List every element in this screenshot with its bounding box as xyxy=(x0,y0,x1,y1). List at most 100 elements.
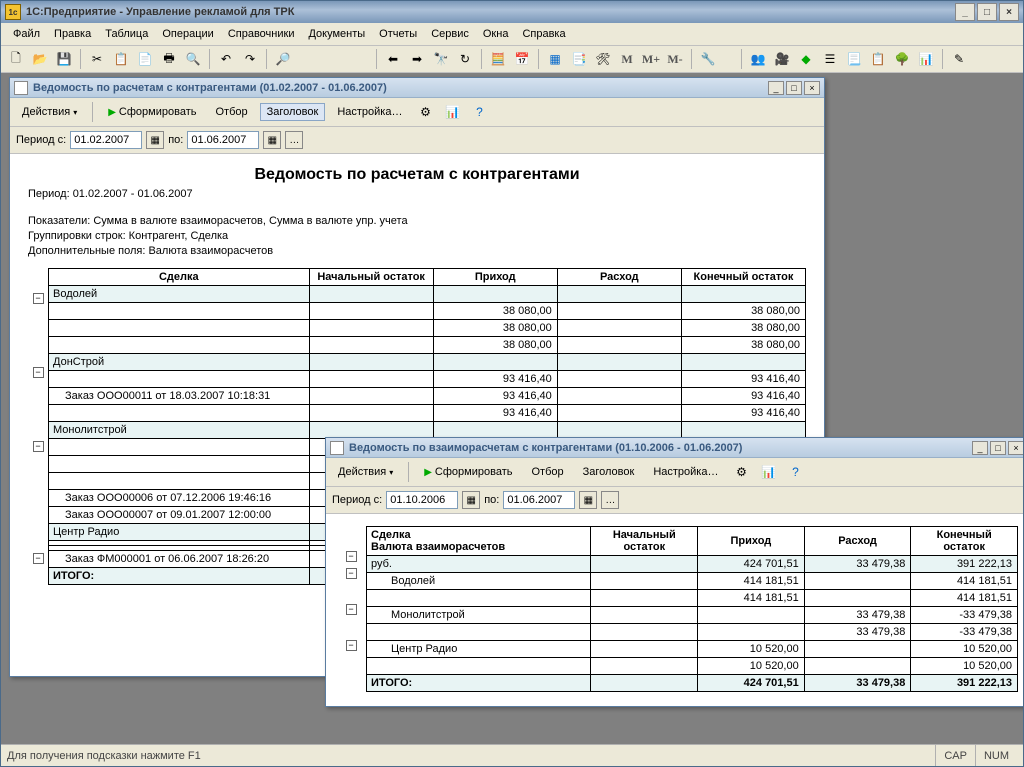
menu-edit[interactable]: Правка xyxy=(48,26,97,42)
period-to-input-1[interactable] xyxy=(187,131,259,149)
settings-button-1[interactable]: Настройка… xyxy=(330,103,409,121)
table-row[interactable]: ИТОГО:424 701,5133 479,38391 222,13 xyxy=(367,675,1018,692)
tool-icon[interactable]: 🛠 xyxy=(592,48,614,70)
table-row[interactable]: ДонСтрой xyxy=(49,354,806,371)
filter-button-1[interactable]: Отбор xyxy=(208,103,254,121)
grid-icon[interactable]: ▦ xyxy=(544,48,566,70)
period-to-input-2[interactable] xyxy=(503,491,575,509)
table-row[interactable]: Центр Радио10 520,0010 520,00 xyxy=(367,641,1018,658)
nav-fwd-icon[interactable]: ➡ xyxy=(406,48,428,70)
table-row[interactable]: Монолитстрой xyxy=(49,422,806,439)
calendar-from-icon[interactable]: ▦ xyxy=(462,491,480,509)
doc2-icon[interactable]: 📋 xyxy=(867,48,889,70)
maximize-button[interactable]: □ xyxy=(977,3,997,21)
help-icon[interactable]: ? xyxy=(468,101,490,123)
open-icon[interactable]: 📂 xyxy=(29,48,51,70)
tree-collapse-icon[interactable]: − xyxy=(33,553,44,564)
menu-file[interactable]: Файл xyxy=(7,26,46,42)
header-button-2[interactable]: Заголовок xyxy=(576,463,642,481)
table-row[interactable]: 33 479,38-33 479,38 xyxy=(367,624,1018,641)
users-icon[interactable]: 👥 xyxy=(747,48,769,70)
wrench-icon[interactable]: 🔧 xyxy=(697,48,719,70)
table-row[interactable]: 93 416,4093 416,40 xyxy=(49,405,806,422)
find-icon[interactable]: 🔎 xyxy=(272,48,294,70)
table-row[interactable]: Монолитстрой33 479,38-33 479,38 xyxy=(367,607,1018,624)
print-icon[interactable]: 🖶 xyxy=(158,48,180,70)
doc1-icon[interactable]: 📃 xyxy=(843,48,865,70)
menu-documents[interactable]: Документы xyxy=(302,26,371,42)
menu-references[interactable]: Справочники xyxy=(222,26,301,42)
copy-icon[interactable]: 📋 xyxy=(110,48,132,70)
tool2-icon[interactable]: 📊 xyxy=(441,101,463,123)
nav-back-icon[interactable]: ⬅ xyxy=(382,48,404,70)
tree-collapse-icon[interactable]: − xyxy=(33,367,44,378)
calendar-to-icon[interactable]: ▦ xyxy=(579,491,597,509)
table-row[interactable]: 414 181,51414 181,51 xyxy=(367,590,1018,607)
tree-collapse-icon[interactable]: − xyxy=(33,293,44,304)
calc-icon[interactable]: 🧮 xyxy=(487,48,509,70)
table-row[interactable]: Водолей414 181,51414 181,51 xyxy=(367,573,1018,590)
period-ellipsis[interactable]: … xyxy=(285,131,303,149)
calendar-to-icon[interactable]: ▦ xyxy=(263,131,281,149)
table-row[interactable]: 10 520,0010 520,00 xyxy=(367,658,1018,675)
close-button[interactable]: × xyxy=(999,3,1019,21)
tree-collapse-icon[interactable]: − xyxy=(346,640,357,651)
redo-icon[interactable]: ↷ xyxy=(239,48,261,70)
actions-dropdown-2[interactable]: Действия xyxy=(331,463,400,481)
table-row[interactable]: 93 416,4093 416,40 xyxy=(49,371,806,388)
child-maximize-1[interactable]: □ xyxy=(786,81,802,95)
undo-icon[interactable]: ↶ xyxy=(215,48,237,70)
tree-collapse-icon[interactable]: − xyxy=(346,604,357,615)
table-row[interactable]: Водолей xyxy=(49,286,806,303)
child-close-2[interactable]: × xyxy=(1008,441,1023,455)
menu-table[interactable]: Таблица xyxy=(99,26,154,42)
menu-service[interactable]: Сервис xyxy=(425,26,475,42)
camera-icon[interactable]: 🎥 xyxy=(771,48,793,70)
form-icon[interactable]: 📑 xyxy=(568,48,590,70)
list-icon[interactable]: ☰ xyxy=(819,48,841,70)
menu-operations[interactable]: Операции xyxy=(156,26,219,42)
tree-collapse-icon[interactable]: − xyxy=(346,551,357,562)
new-icon[interactable]: 🗋 xyxy=(5,48,27,70)
m-minus-button[interactable]: M- xyxy=(664,48,686,70)
table-row[interactable]: Заказ ООО00011 от 18.03.2007 10:18:3193 … xyxy=(49,388,806,405)
save-icon[interactable]: 💾 xyxy=(53,48,75,70)
component-icon[interactable]: ◆ xyxy=(795,48,817,70)
child-minimize-2[interactable]: _ xyxy=(972,441,988,455)
tree-collapse-icon[interactable]: − xyxy=(346,568,357,579)
tree-icon[interactable]: 🌳 xyxy=(891,48,913,70)
menu-help[interactable]: Справка xyxy=(516,26,571,42)
form-button-2[interactable]: ▶Сформировать xyxy=(417,463,519,481)
calendar-from-icon[interactable]: ▦ xyxy=(146,131,164,149)
tool2-icon[interactable]: 📊 xyxy=(757,461,779,483)
nav-find-icon[interactable]: 🔭 xyxy=(430,48,452,70)
preview-icon[interactable]: 🔍 xyxy=(182,48,204,70)
pencil-icon[interactable]: ✎ xyxy=(948,48,970,70)
table-row[interactable]: 38 080,0038 080,00 xyxy=(49,303,806,320)
form-button-1[interactable]: ▶Сформировать xyxy=(101,103,203,121)
child-close-1[interactable]: × xyxy=(804,81,820,95)
paste-icon[interactable]: 📄 xyxy=(134,48,156,70)
tree-collapse-icon[interactable]: − xyxy=(33,441,44,452)
child-minimize-1[interactable]: _ xyxy=(768,81,784,95)
nav-refresh-icon[interactable]: ↻ xyxy=(454,48,476,70)
chart-icon[interactable]: 📊 xyxy=(915,48,937,70)
header-button-1[interactable]: Заголовок xyxy=(260,103,326,121)
menu-reports[interactable]: Отчеты xyxy=(373,26,423,42)
tool1-icon[interactable]: ⚙ xyxy=(730,461,752,483)
period-from-input-1[interactable] xyxy=(70,131,142,149)
minimize-button[interactable]: _ xyxy=(955,3,975,21)
period-from-input-2[interactable] xyxy=(386,491,458,509)
table-row[interactable]: руб.424 701,5133 479,38391 222,13 xyxy=(367,556,1018,573)
actions-dropdown-1[interactable]: Действия xyxy=(15,103,84,121)
period-ellipsis[interactable]: … xyxy=(601,491,619,509)
table-row[interactable]: 38 080,0038 080,00 xyxy=(49,320,806,337)
tool1-icon[interactable]: ⚙ xyxy=(414,101,436,123)
help-icon[interactable]: ? xyxy=(784,461,806,483)
child-maximize-2[interactable]: □ xyxy=(990,441,1006,455)
cut-icon[interactable]: ✂ xyxy=(86,48,108,70)
table-row[interactable]: 38 080,0038 080,00 xyxy=(49,337,806,354)
menu-windows[interactable]: Окна xyxy=(477,26,515,42)
settings-button-2[interactable]: Настройка… xyxy=(646,463,725,481)
m-button[interactable]: M xyxy=(616,48,638,70)
